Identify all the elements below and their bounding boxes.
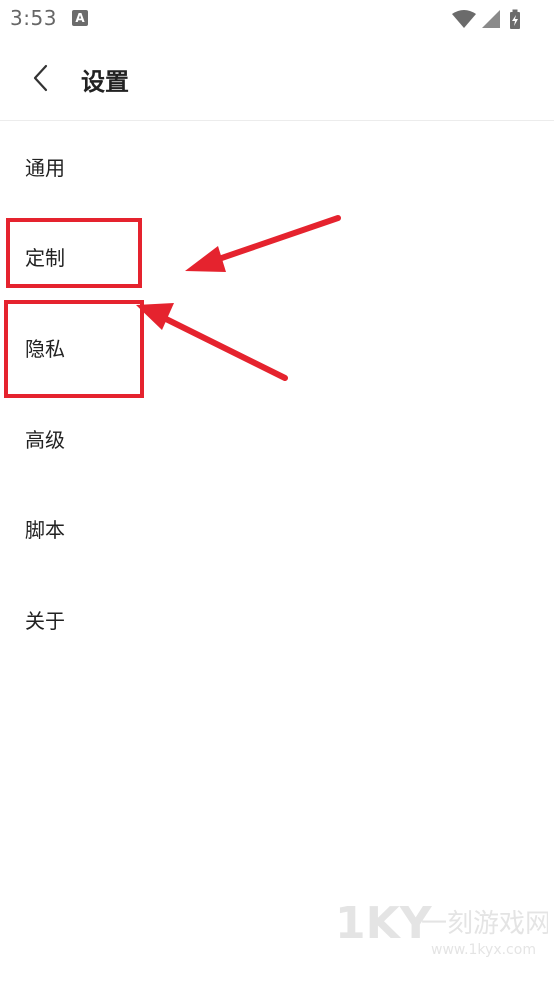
watermark-logo: 1KY 一刻游戏网 www.1kyx.com: [335, 898, 551, 958]
watermark-logo-text: 1KY: [335, 898, 433, 949]
arrow-to-customize: [185, 215, 341, 272]
arrow-to-privacy: [136, 303, 288, 381]
watermark: 1KY 一刻游戏网 www.1kyx.com: [333, 892, 551, 966]
watermark-site-name: 一刻游戏网: [421, 909, 548, 939]
watermark-url: www.1kyx.com: [431, 942, 536, 958]
annotation-arrows: [136, 215, 341, 381]
